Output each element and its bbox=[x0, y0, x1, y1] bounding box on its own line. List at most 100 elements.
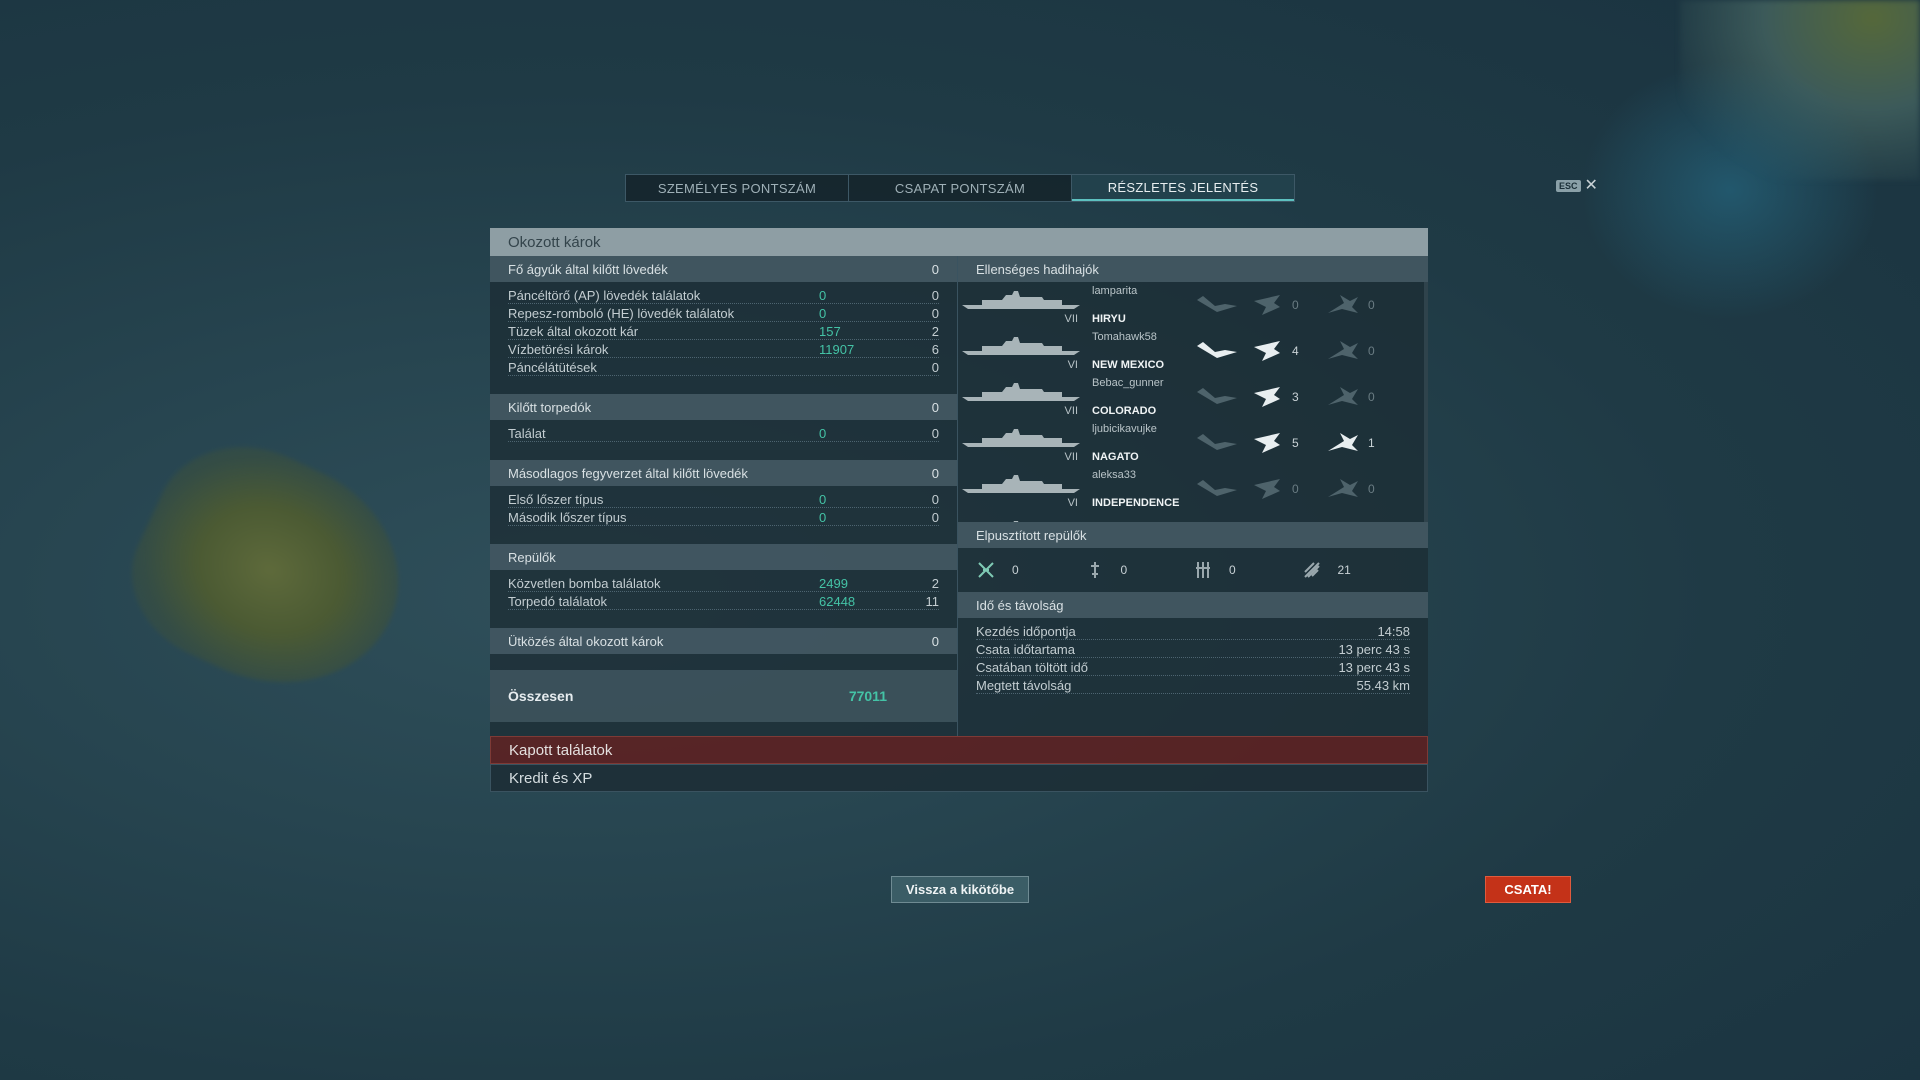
enemy-ship-list[interactable]: VII lamparita HIRYU 0 0 VI Tomahawk58 NEW MEXIC… bbox=[958, 282, 1428, 522]
bomb-hits-count: 5 bbox=[1292, 436, 1299, 450]
torpedo-bomber-icon bbox=[1196, 562, 1210, 578]
stat-value: 14:58 bbox=[1377, 624, 1410, 639]
ship-silhouette-icon: VII bbox=[962, 285, 1082, 325]
stat-value: 55.43 km bbox=[1356, 678, 1410, 693]
section-title: Idő és távolság bbox=[976, 597, 1064, 613]
section-value: 0 bbox=[931, 261, 939, 277]
stat-row: Megtett távolság 55.43 km bbox=[976, 676, 1410, 694]
player-name: ljubicikavujke bbox=[1092, 423, 1157, 435]
plane-stat: 0 bbox=[1193, 560, 1302, 580]
enemy-ship-row: VII Bebac_gunner COLORADO 3 0 bbox=[958, 374, 1424, 420]
stat-damage: 62448 bbox=[819, 594, 856, 609]
squadron-icon bbox=[1303, 562, 1320, 578]
tab-bar: SZEMÉLYES PONTSZÁM CSAPAT PONTSZÁM RÉSZL… bbox=[625, 174, 1295, 202]
ship-tier: VI bbox=[1067, 497, 1078, 509]
stat-row: Vízbetörési károk 11907 6 bbox=[508, 340, 939, 358]
section-ramming: Ütközés által okozott károk 0 bbox=[490, 628, 957, 654]
stat-count: 0 bbox=[931, 360, 939, 375]
received-hits-bar[interactable]: Kapott találatok bbox=[490, 736, 1428, 764]
torpedo-hits-count: 0 bbox=[1368, 390, 1375, 404]
section-value: 0 bbox=[931, 633, 939, 649]
fighter-icon bbox=[978, 562, 994, 578]
section-planes-destroyed: Elpusztított repülők bbox=[958, 522, 1428, 548]
ship-silhouette-icon: VII bbox=[962, 423, 1082, 463]
bomber-icon bbox=[1242, 336, 1292, 366]
stat-row: Páncélátütések 0 bbox=[508, 358, 939, 376]
enemy-ship-row: VI aleksa33 INDEPENDENCE 0 0 bbox=[958, 466, 1424, 512]
stat-label: Kezdés időpontja bbox=[976, 624, 1076, 639]
torpedo-bomber-icon bbox=[1318, 474, 1368, 504]
stat-damage: 0 bbox=[819, 492, 827, 507]
ship-tier: VII bbox=[1064, 405, 1078, 417]
torpedo-hits-count: 0 bbox=[1368, 344, 1375, 358]
stat-label: Második lőszer típus bbox=[508, 510, 627, 525]
stat-row: Csata időtartama 13 perc 43 s bbox=[976, 640, 1410, 658]
stat-count: 0 bbox=[931, 306, 939, 321]
bomber-icon bbox=[1242, 290, 1292, 320]
enemy-ship-row: Ryuben bbox=[958, 512, 1424, 522]
stat-label: Torpedó találatok bbox=[508, 594, 608, 609]
close-button[interactable]: ESC ✕ bbox=[1556, 178, 1598, 194]
credits-xp-bar[interactable]: Kredit és XP bbox=[490, 764, 1428, 792]
attack-aircraft-icon bbox=[1192, 290, 1242, 320]
bomber-icon bbox=[1242, 428, 1292, 458]
planes-destroyed-row: 0 0 0 21 bbox=[958, 548, 1428, 592]
plane-stat: 0 bbox=[1085, 560, 1194, 580]
tab-team-score[interactable]: CSAPAT PONTSZÁM bbox=[849, 175, 1072, 201]
battle-button[interactable]: CSATA! bbox=[1485, 876, 1571, 903]
attack-aircraft-icon bbox=[1192, 474, 1242, 504]
bomb-hits-count: 0 bbox=[1292, 298, 1299, 312]
stat-row: Kezdés időpontja 14:58 bbox=[976, 622, 1410, 640]
stat-row: Csatában töltött idő 13 perc 43 s bbox=[976, 658, 1410, 676]
plane-count: 21 bbox=[1337, 563, 1351, 577]
ship-name: HIRYU bbox=[1092, 313, 1126, 325]
stat-count: 6 bbox=[931, 342, 939, 357]
stat-value: 13 perc 43 s bbox=[1338, 642, 1410, 657]
section-enemy-ships: Ellenséges hadihajók bbox=[958, 256, 1428, 282]
torpedo-bomber-icon bbox=[1318, 520, 1368, 522]
stat-damage: 2499 bbox=[819, 576, 848, 591]
stat-row: Repesz-romboló (HE) lövedék találatok 0 0 bbox=[508, 304, 939, 322]
bomb-hits-count: 0 bbox=[1292, 482, 1299, 496]
plane-count: 0 bbox=[1229, 563, 1236, 577]
section-title: Ellenséges hadihajók bbox=[976, 261, 1099, 277]
plane-count: 0 bbox=[1012, 563, 1019, 577]
damage-dealt-header[interactable]: Okozott károk bbox=[490, 228, 1428, 256]
stat-row: Közvetlen bomba találatok 2499 2 bbox=[508, 574, 939, 592]
stat-label: Találat bbox=[508, 426, 546, 441]
section-main-guns: Fő ágyúk által kilőtt lövedék 0 bbox=[490, 256, 957, 282]
enemy-ship-row: VII lamparita HIRYU 0 0 bbox=[958, 282, 1424, 328]
torpedo-hits-count: 1 bbox=[1368, 436, 1375, 450]
background-shallows bbox=[1580, 60, 1880, 320]
esc-key-hint: ESC bbox=[1556, 180, 1581, 192]
section-title: Kilőtt torpedók bbox=[508, 399, 592, 415]
dive-bomber-icon bbox=[1090, 562, 1099, 578]
section-title: Repülők bbox=[508, 549, 556, 565]
section-title: Elpusztított repülők bbox=[976, 527, 1087, 543]
stat-row: Torpedó találatok 62448 11 bbox=[508, 592, 939, 610]
stat-row: Találat 0 0 bbox=[508, 424, 939, 442]
close-icon[interactable]: ✕ bbox=[1585, 178, 1598, 194]
stat-count: 11 bbox=[925, 594, 940, 609]
enemy-ship-row: VII ljubicikavujke NAGATO 5 1 bbox=[958, 420, 1424, 466]
section-value: 0 bbox=[931, 465, 939, 481]
back-to-port-button[interactable]: Vissza a kikötőbe bbox=[891, 876, 1029, 903]
ship-tier: VII bbox=[1064, 313, 1078, 325]
torpedo-bomber-icon bbox=[1318, 336, 1368, 366]
total-label: Összesen bbox=[508, 688, 574, 704]
report-panel: Okozott károk Fő ágyúk által kilőtt löve… bbox=[490, 228, 1428, 792]
torpedo-bomber-icon bbox=[1318, 428, 1368, 458]
stat-count: 0 bbox=[931, 288, 939, 303]
ship-silhouette-icon: VI bbox=[962, 469, 1082, 509]
stat-count: 0 bbox=[931, 426, 939, 441]
torpedo-bomber-icon bbox=[1318, 382, 1368, 412]
section-title: Ütközés által okozott károk bbox=[508, 633, 664, 649]
details-column: Ellenséges hadihajók VII lamparita HIRYU 0 0… bbox=[958, 256, 1428, 736]
stat-count: 0 bbox=[931, 510, 939, 525]
tab-detailed-report[interactable]: RÉSZLETES JELENTÉS bbox=[1072, 175, 1294, 201]
section-title: Másodlagos fegyverzet által kilőtt löved… bbox=[508, 465, 748, 481]
stat-row: Tüzek által okozott kár 157 2 bbox=[508, 322, 939, 340]
stat-damage: 0 bbox=[819, 306, 827, 321]
stat-damage: 11907 bbox=[819, 342, 855, 357]
tab-personal-score[interactable]: SZEMÉLYES PONTSZÁM bbox=[626, 175, 849, 201]
